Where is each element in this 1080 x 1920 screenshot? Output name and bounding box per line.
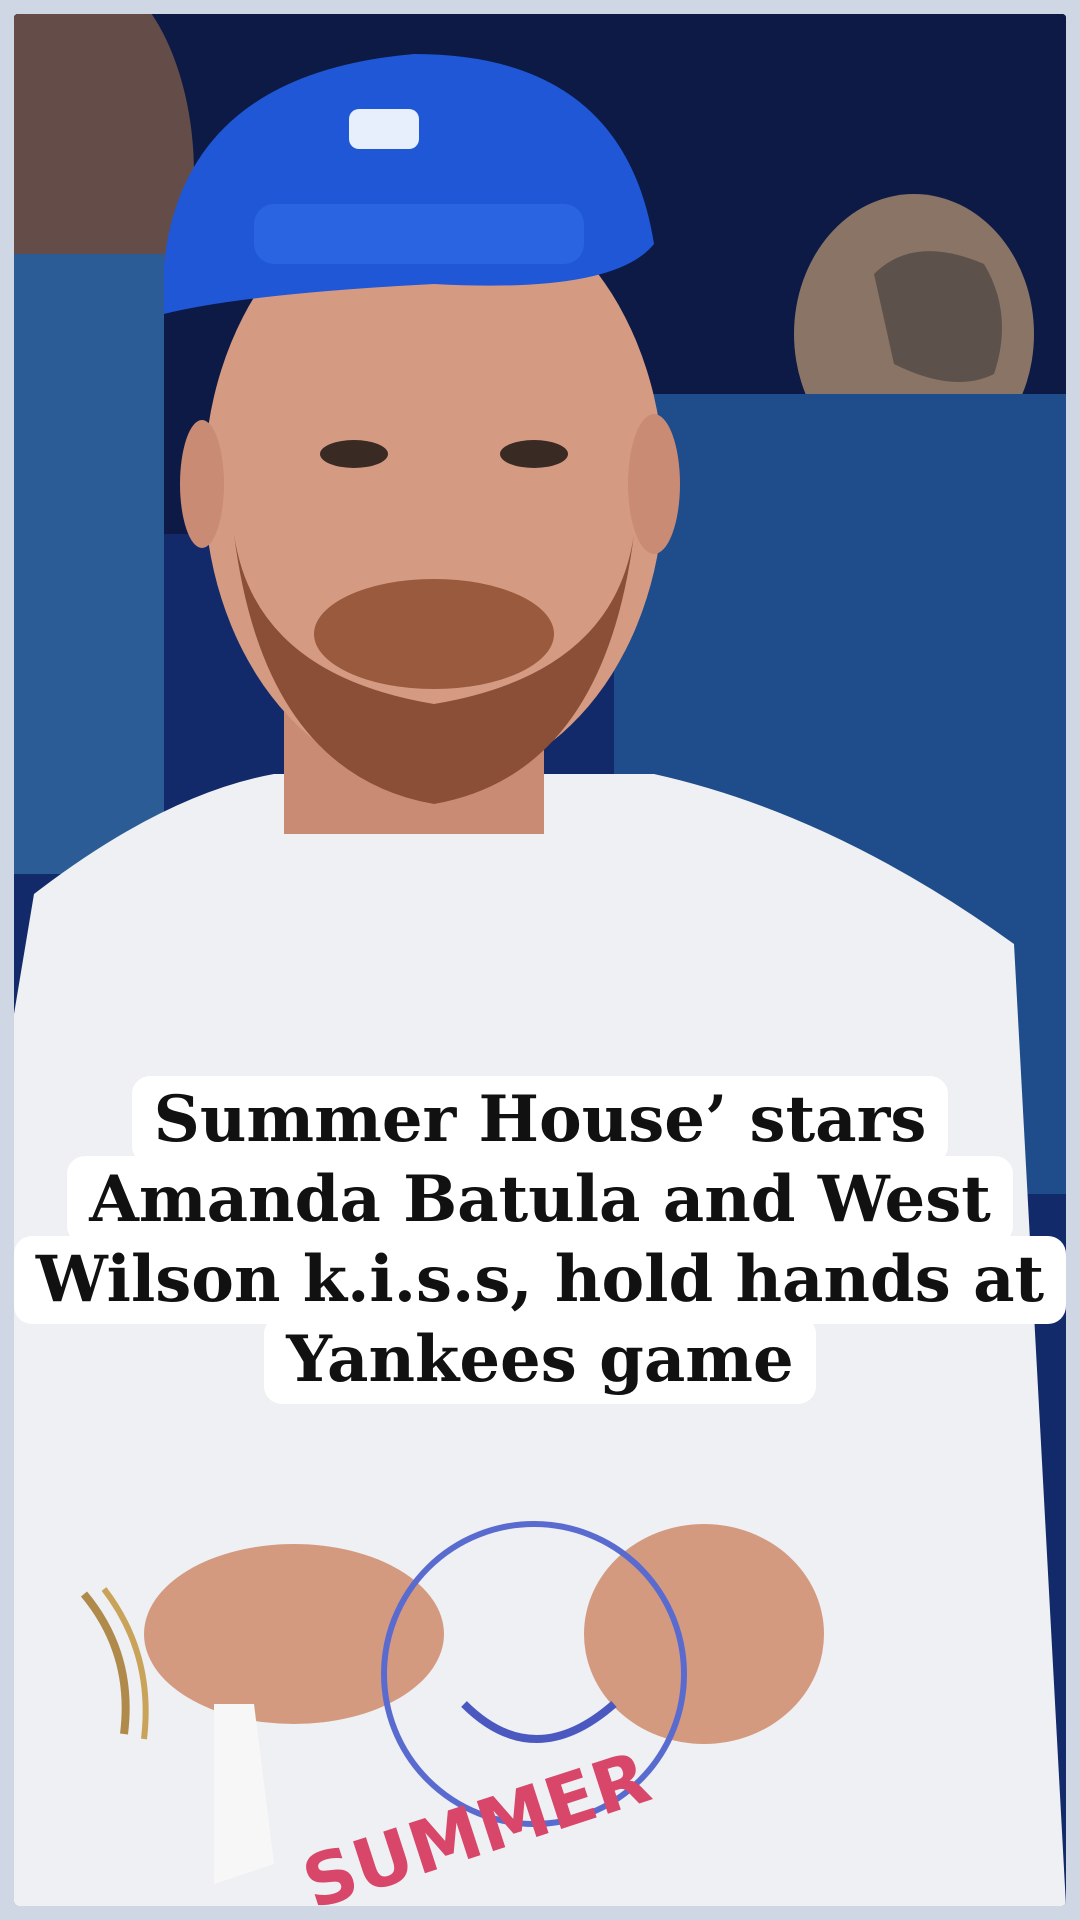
caption-line-1: Summer House’ stars xyxy=(131,1076,949,1164)
caption-line-3: Wilson k.i.s.s, hold hands at xyxy=(13,1236,1067,1324)
caption-overlay: Summer House’ stars Amanda Batula and We… xyxy=(0,1076,1080,1404)
photo: SUMMER xyxy=(14,14,1066,1906)
caption-line-2: Amanda Batula and West xyxy=(67,1156,1013,1244)
photo-scene: SUMMER xyxy=(14,14,1066,1906)
video-frame: SUMMER Summer House’ stars Amanda Batula… xyxy=(0,0,1080,1920)
caption-line-4: Yankees game xyxy=(264,1316,816,1404)
